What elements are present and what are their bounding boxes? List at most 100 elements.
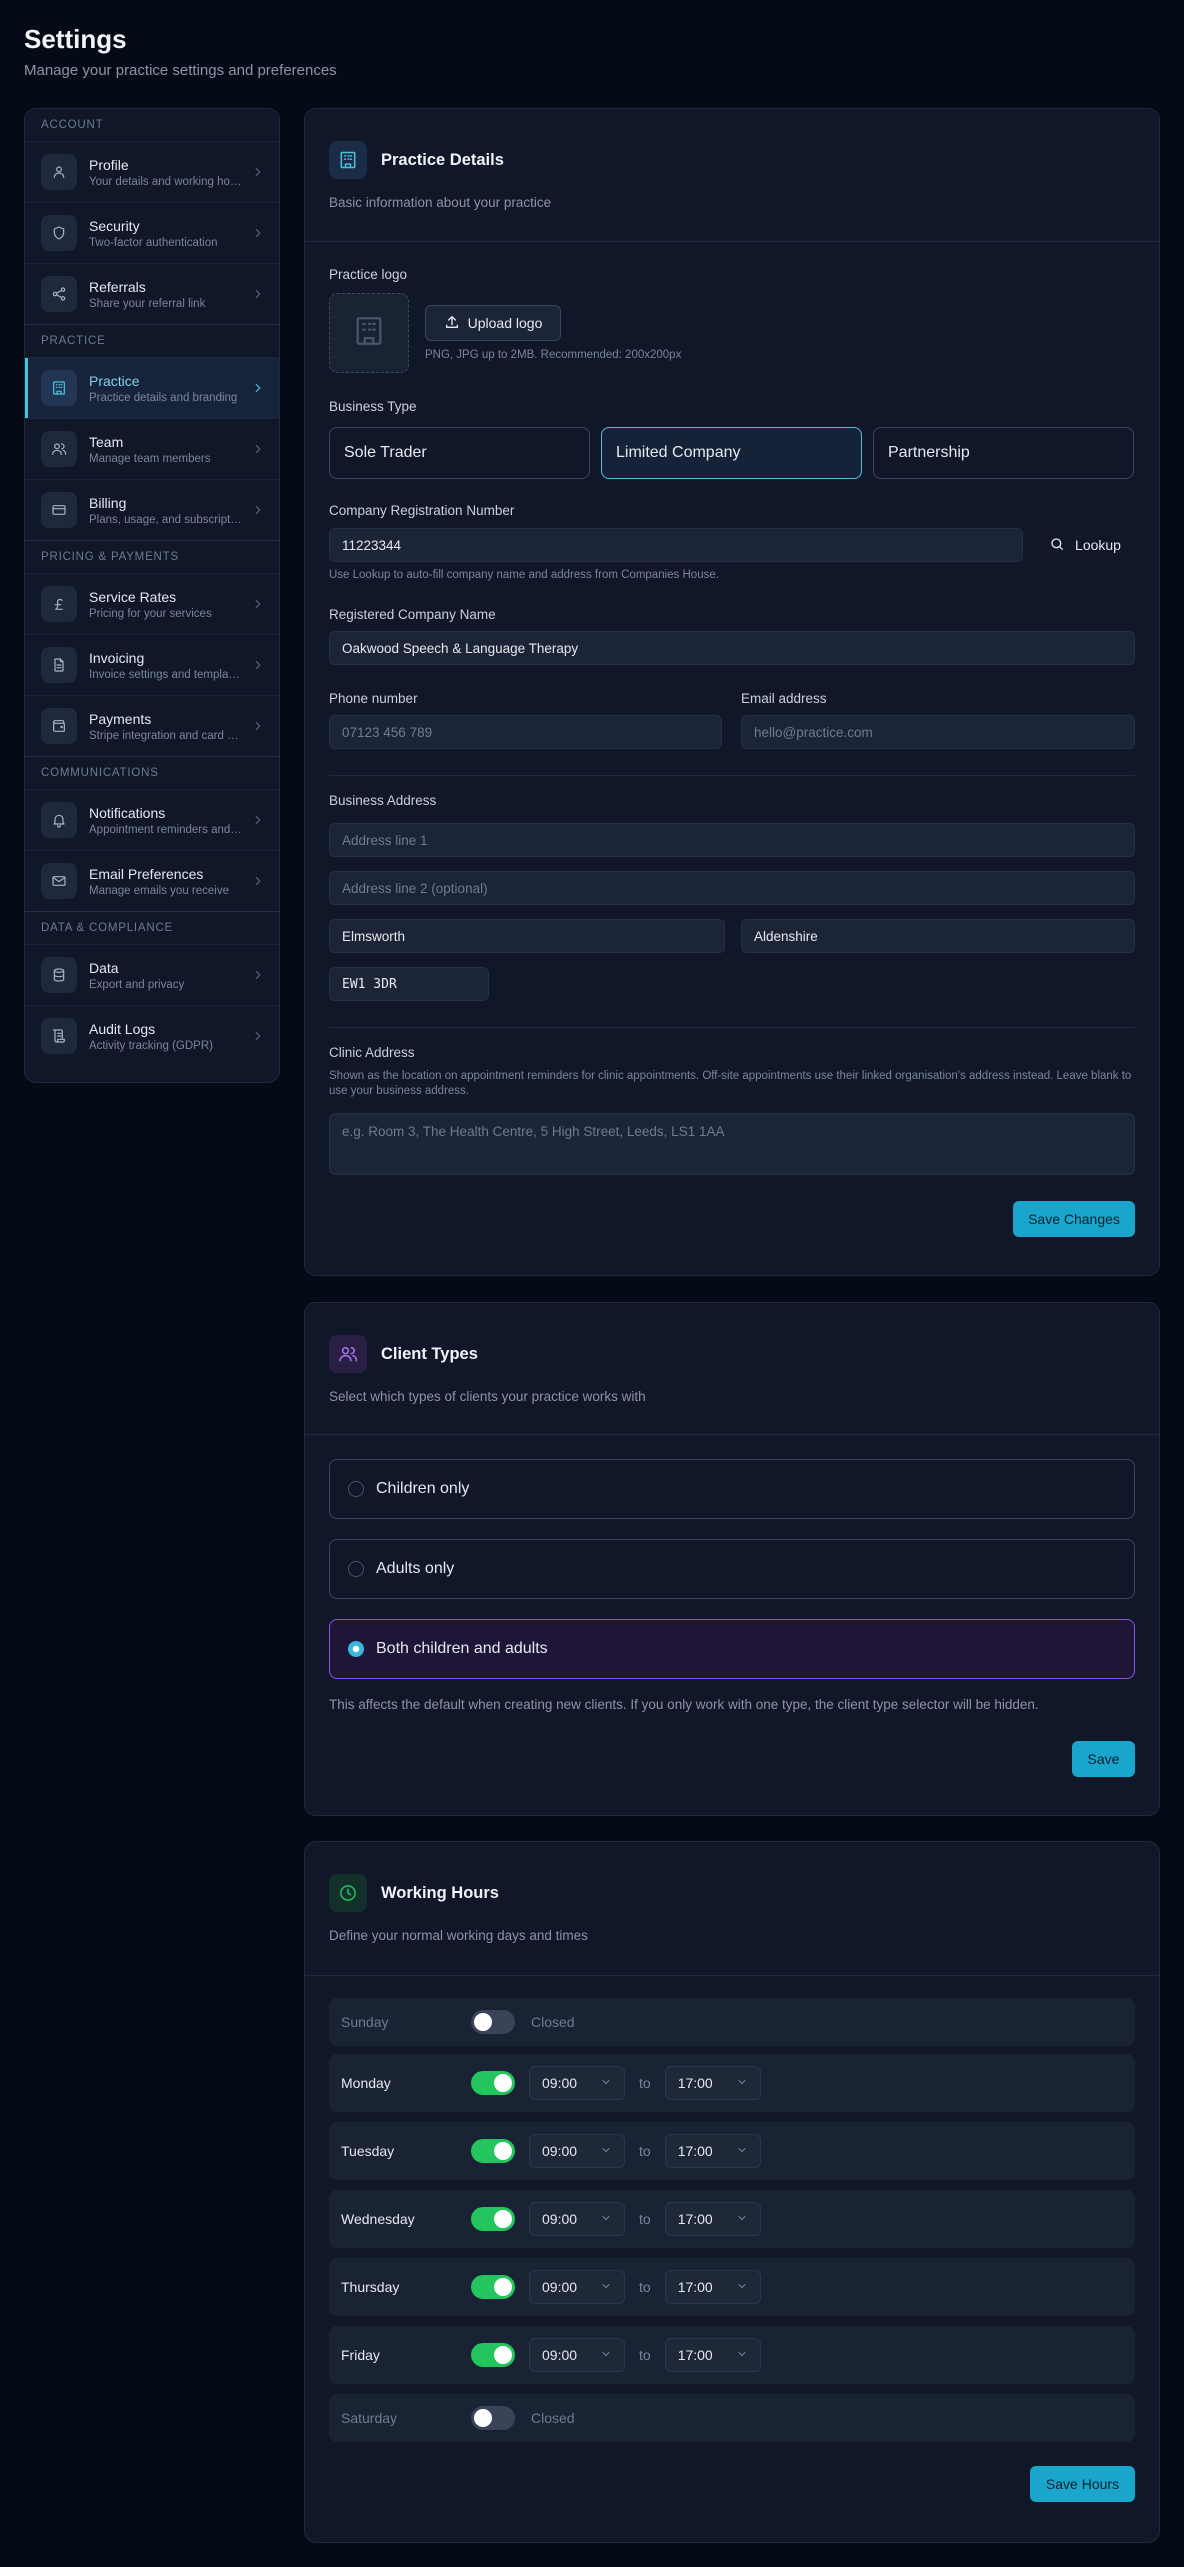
sidebar-item-label: Security (89, 217, 140, 234)
sidebar-item-practice[interactable]: Practice Practice details and branding (25, 357, 279, 418)
start-time-value: 09:00 (542, 2075, 578, 2091)
company-name-input[interactable]: Oakwood Speech & Language Therapy (329, 631, 1135, 665)
sidebar-item-text: Billing Plans, usage, and subscriptions (89, 495, 243, 526)
file-icon (41, 647, 77, 683)
upload-logo-button[interactable]: Upload logo (425, 305, 561, 341)
sidebar-item-label: Notifications (89, 804, 166, 821)
users-icon (41, 431, 77, 467)
business-type-partnership[interactable]: Partnership (873, 427, 1134, 479)
sidebar-item-service-rates[interactable]: Service Rates Pricing for your services (25, 573, 279, 634)
chevron-down-icon (600, 2143, 612, 2159)
sidebar-item-payments[interactable]: Payments Stripe integration and card paym… (25, 695, 279, 756)
card-title: Working Hours (381, 1883, 499, 1902)
end-time-value: 17:00 (677, 2279, 713, 2295)
option-label: Both children and adults (376, 1640, 548, 1657)
postcode-input[interactable]: EW1 3DR (329, 967, 489, 1001)
end-time-select[interactable]: 17:00 (664, 2338, 761, 2372)
clinic-address-label: Clinic Address (329, 1045, 415, 1060)
address-line-2-input[interactable]: Address line 2 (optional) (329, 871, 1135, 905)
day-toggle[interactable] (471, 2406, 515, 2430)
address-line-1-input[interactable]: Address line 1 (329, 823, 1135, 857)
to-label: to (639, 2143, 651, 2159)
sidebar-item-label: Practice (89, 372, 140, 389)
toggle-knob (474, 2409, 492, 2427)
sidebar-item-notifications[interactable]: Notifications Appointment reminders and a… (25, 789, 279, 850)
sidebar-item-description: Manage emails you receive (89, 884, 229, 897)
sidebar-item-data[interactable]: Data Export and privacy (25, 944, 279, 1005)
end-time-value: 17:00 (677, 2211, 713, 2227)
start-time-select[interactable]: 09:00 (529, 2202, 625, 2236)
toggle-knob (474, 2013, 492, 2031)
users-icon (329, 1335, 367, 1373)
start-time-select[interactable]: 09:00 (529, 2134, 625, 2168)
chevron-right-icon (251, 503, 265, 517)
sidebar-item-team[interactable]: Team Manage team members (25, 418, 279, 479)
upload-label: Upload logo (467, 315, 543, 331)
day-toggle[interactable] (471, 2343, 515, 2367)
start-time-select[interactable]: 09:00 (529, 2066, 625, 2100)
sidebar-section-heading: PRICING & PAYMENTS (41, 551, 179, 563)
card-title: Client Types (381, 1344, 478, 1363)
card-description: Select which types of clients your pract… (329, 1389, 646, 1404)
business-type-limited-company[interactable]: Limited Company (601, 427, 862, 479)
sidebar-item-text: Practice Practice details and branding (89, 373, 243, 404)
sidebar-item-text: Service Rates Pricing for your services (89, 589, 243, 620)
client-type-both[interactable]: Both children and adults (329, 1619, 1135, 1679)
toggle-knob (494, 2142, 512, 2160)
start-time-select[interactable]: 09:00 (529, 2270, 625, 2304)
chevron-right-icon (251, 1029, 265, 1043)
radio-selected-icon (348, 1641, 364, 1657)
sidebar-item-audit-logs[interactable]: Audit Logs Activity tracking (GDPR) (25, 1005, 279, 1066)
sidebar-item-profile[interactable]: Profile Your details and working hours (25, 141, 279, 202)
closed-label: Closed (531, 2014, 575, 2030)
phone-label: Phone number (329, 691, 418, 706)
end-time-select[interactable]: 17:00 (664, 2270, 761, 2304)
radio-icon (348, 1561, 364, 1577)
business-type-sole-trader[interactable]: Sole Trader (329, 427, 590, 479)
client-type-children-only[interactable]: Children only (329, 1459, 1135, 1519)
chevron-right-icon (251, 968, 265, 982)
end-time-select[interactable]: 17:00 (664, 2202, 761, 2236)
user-icon (41, 154, 77, 190)
save-button[interactable]: Save (1072, 1741, 1135, 1777)
sidebar-item-description: Export and privacy (89, 978, 185, 991)
day-toggle[interactable] (471, 2207, 515, 2231)
clinic-address-textarea[interactable]: e.g. Room 3, The Health Centre, 5 High S… (329, 1113, 1135, 1175)
day-toggle[interactable] (471, 2275, 515, 2299)
sidebar-item-email-preferences[interactable]: Email Preferences Manage emails you recei… (25, 850, 279, 911)
start-time-value: 09:00 (542, 2347, 578, 2363)
start-time-value: 09:00 (542, 2143, 578, 2159)
county-input[interactable]: Aldenshire (741, 919, 1135, 953)
sidebar-item-billing[interactable]: Billing Plans, usage, and subscriptions (25, 479, 279, 540)
sidebar-section-heading: DATA & COMPLIANCE (41, 922, 174, 934)
lookup-button[interactable]: Lookup (1035, 528, 1135, 562)
sidebar-item-label: Profile (89, 156, 129, 173)
mail-icon (41, 863, 77, 899)
save-hours-button[interactable]: Save Hours (1030, 2466, 1135, 2502)
day-toggle[interactable] (471, 2010, 515, 2034)
day-toggle[interactable] (471, 2071, 515, 2095)
sidebar-item-referrals[interactable]: Referrals Share your referral link (25, 263, 279, 324)
end-time-value: 17:00 (677, 2143, 713, 2159)
start-time-select[interactable]: 09:00 (529, 2338, 625, 2372)
wallet-icon (41, 708, 77, 744)
client-types-note: This affects the default when creating n… (329, 1697, 1039, 1712)
sidebar-item-description: Pricing for your services (89, 607, 212, 620)
sidebar-item-invoicing[interactable]: Invoicing Invoice settings and templates (25, 634, 279, 695)
end-time-select[interactable]: 17:00 (664, 2134, 761, 2168)
save-changes-button[interactable]: Save Changes (1013, 1201, 1135, 1237)
client-type-adults-only[interactable]: Adults only (329, 1539, 1135, 1599)
email-input[interactable]: hello@practice.com (741, 715, 1135, 749)
sidebar-item-security[interactable]: Security Two-factor authentication (25, 202, 279, 263)
sidebar-item-description: Manage team members (89, 452, 211, 465)
city-input[interactable]: Elmsworth (329, 919, 725, 953)
reg-number-input[interactable]: 11223344 (329, 528, 1023, 562)
phone-input[interactable]: 07123 456 789 (329, 715, 722, 749)
sidebar-item-label: Referrals (89, 278, 146, 295)
day-toggle[interactable] (471, 2139, 515, 2163)
logo-placeholder[interactable] (329, 293, 409, 373)
sidebar-item-label: Email Preferences (89, 865, 204, 882)
end-time-select[interactable]: 17:00 (664, 2066, 761, 2100)
sidebar-item-description: Plans, usage, and subscriptions (89, 513, 243, 526)
clock-icon (329, 1874, 367, 1912)
